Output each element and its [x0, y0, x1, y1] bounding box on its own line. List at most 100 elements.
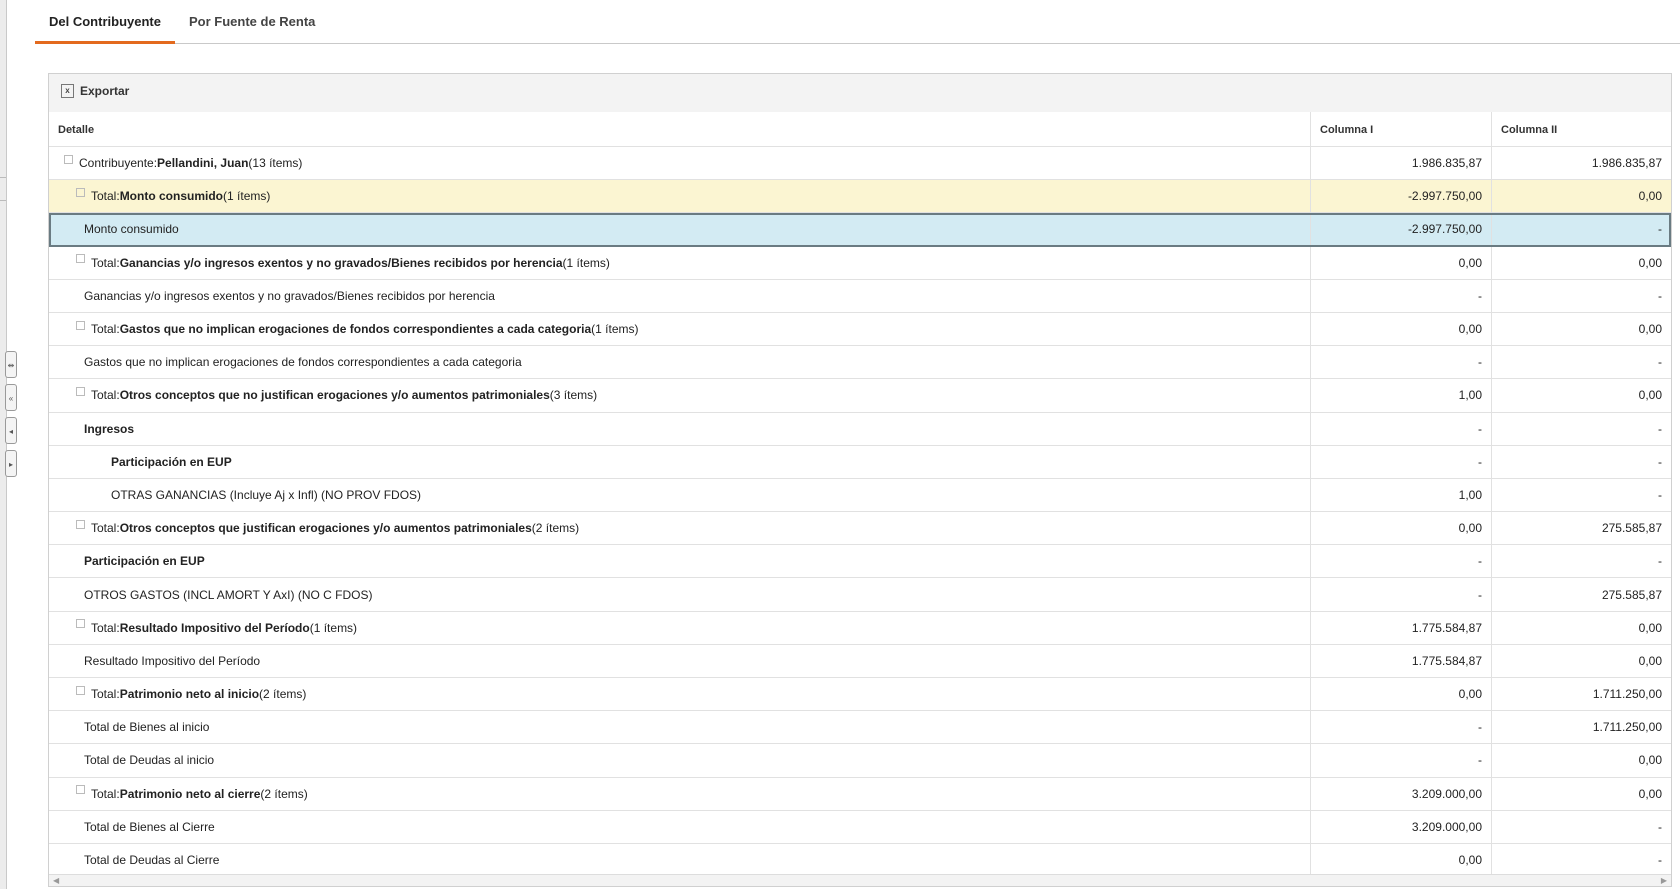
cell-columna-i: 1.775.584,87 [1311, 611, 1492, 644]
row-label: Participación en EUP [111, 454, 232, 469]
row-prefix: Total: [91, 388, 120, 403]
table-row-selected[interactable]: Monto consumido -2.997.750,00 - [49, 213, 1671, 247]
collapse-toggle-icon[interactable] [76, 685, 85, 695]
table-row[interactable]: Participación en EUP - - [49, 545, 1671, 579]
tab-bar: Del Contribuyente Por Fuente de Renta [35, 0, 1680, 44]
row-label: Total de Deudas al inicio [84, 753, 215, 768]
row-label: Participación en EUP [84, 554, 205, 569]
column-header-columna-i[interactable]: Columna I [1311, 112, 1492, 146]
table-row[interactable]: Total: Otros conceptos que justifican er… [49, 512, 1671, 546]
row-prefix: Contribuyente: [79, 156, 158, 171]
grid-header: Detalle Columna I Columna II [49, 112, 1671, 147]
cell-columna-i: 1,00 [1311, 478, 1492, 512]
row-count: (3 ítems) [549, 388, 598, 403]
expand-right-icon[interactable]: ▸ [5, 450, 17, 477]
collapse-toggle-icon[interactable] [64, 154, 73, 164]
column-header-detalle[interactable]: Detalle [49, 112, 1311, 146]
cell-columna-ii: 1.711.250,00 [1592, 720, 1662, 735]
cell-columna-i: - [1311, 711, 1492, 744]
collapse-all-icon[interactable]: « [5, 384, 17, 411]
row-count: (1 ítems) [591, 322, 639, 337]
row-label: OTROS GASTOS (INCL AMORT Y AxI) (NO C FD… [84, 587, 373, 602]
cell-columna-i: 3.209.000,00 [1311, 777, 1492, 810]
table-row[interactable]: Total: Monto consumido (1 ítems) -2.997.… [49, 180, 1671, 214]
table-row[interactable]: Total: Gastos que no implican erogacione… [49, 312, 1671, 347]
row-label: Ingresos [84, 421, 135, 436]
table-row[interactable]: OTRAS GANANCIAS (Incluye Aj x Infl) (NO … [49, 478, 1671, 513]
row-count: (2 ítems) [260, 786, 308, 801]
export-button[interactable]: x Exportar [61, 84, 129, 98]
row-label: OTRAS GANANCIAS (Incluye Aj x Infl) (NO … [111, 487, 422, 502]
export-label: Exportar [80, 84, 130, 98]
table-row[interactable]: Total: Resultado Impositivo del Período … [49, 611, 1671, 645]
cell-columna-ii: - [1658, 222, 1662, 237]
collapse-toggle-icon[interactable] [76, 254, 85, 264]
collapse-toggle-icon[interactable] [76, 785, 85, 795]
table-row[interactable]: Ganancias y/o ingresos exentos y no grav… [49, 279, 1671, 313]
cell-columna-i: - [1311, 346, 1492, 379]
cell-columna-i: 1,00 [1311, 379, 1492, 412]
cell-columna-i: 0,00 [1311, 678, 1492, 711]
cell-columna-i: - [1311, 445, 1492, 478]
table-row[interactable]: Contribuyente: Pellandini, Juan (13 ítem… [49, 147, 1671, 181]
table-row[interactable]: Resultado Impositivo del Período 1.775.5… [49, 644, 1671, 678]
row-label: Otros conceptos que no justifican erogac… [119, 388, 550, 403]
cell-columna-i: - [1311, 412, 1492, 445]
cell-columna-i: - [1311, 578, 1492, 611]
rail-divider [0, 200, 6, 201]
horizontal-scrollbar[interactable]: ◀ ▶ [49, 874, 1671, 886]
table-row[interactable]: Total: Ganancias y/o ingresos exentos y … [49, 246, 1671, 280]
grid-toolbar: x Exportar [49, 74, 1671, 113]
collapse-toggle-icon[interactable] [76, 519, 85, 529]
cell-columna-ii: 0,00 [1638, 653, 1662, 668]
cell-columna-ii: 275.585,87 [1601, 587, 1662, 602]
collapse-toggle-icon[interactable] [76, 187, 85, 197]
tab-del-contribuyente[interactable]: Del Contribuyente [35, 14, 175, 44]
cell-columna-ii: 0,00 [1638, 388, 1662, 403]
cell-columna-i: 0,00 [1311, 512, 1492, 545]
row-count: (1 ítems) [309, 620, 358, 635]
row-label: Patrimonio neto al cierre [119, 786, 261, 801]
cell-columna-ii: 1.986.835,87 [1591, 156, 1662, 171]
tab-por-fuente-de-renta[interactable]: Por Fuente de Renta [189, 14, 315, 44]
table-row[interactable]: Total de Deudas al Cierre 0,00 - [49, 843, 1671, 878]
table-row[interactable]: Total: Patrimonio neto al inicio (2 ítem… [49, 678, 1671, 712]
cell-columna-i: 1.775.584,87 [1311, 644, 1492, 677]
collapse-toggle-icon[interactable] [76, 619, 85, 629]
row-count: (1 ítems) [562, 255, 610, 270]
row-label: Resultado Impositivo del Período [119, 620, 310, 635]
cell-columna-ii: - [1658, 355, 1662, 370]
row-label: Total de Bienes al Cierre [84, 819, 215, 834]
cell-columna-ii: 0,00 [1638, 189, 1662, 204]
cell-columna-i: -2.997.750,00 [1311, 180, 1492, 213]
scroll-left-icon[interactable]: ◀ [53, 875, 59, 886]
table-row[interactable]: Total de Bienes al Cierre 3.209.000,00 - [49, 810, 1671, 844]
row-label: Monto consumido [84, 222, 179, 237]
row-label: Patrimonio neto al inicio [119, 687, 260, 702]
table-row[interactable]: Total de Bienes al inicio - 1.711.250,00 [49, 711, 1671, 745]
table-row[interactable]: Total: Patrimonio neto al cierre (2 ítem… [49, 777, 1671, 811]
table-row[interactable]: Participación en EUP - - [49, 445, 1671, 479]
row-count: (13 ítems) [248, 156, 303, 171]
collapse-left-icon[interactable]: ◂ [5, 417, 17, 444]
column-header-columna-ii[interactable]: Columna II [1492, 112, 1671, 146]
cell-columna-ii: - [1658, 421, 1662, 436]
row-label: Gastos que no implican erogaciones de fo… [84, 355, 522, 370]
collapse-toggle-icon[interactable] [76, 320, 85, 330]
table-row[interactable]: Gastos que no implican erogaciones de fo… [49, 346, 1671, 380]
cell-columna-i: - [1311, 744, 1492, 777]
cell-columna-ii: 1.711.250,00 [1592, 687, 1662, 702]
split-resize-icon[interactable]: ⇹ [5, 351, 17, 378]
cell-columna-ii: 0,00 [1638, 255, 1662, 270]
cell-columna-ii: 275.585,87 [1601, 521, 1662, 536]
table-row[interactable]: OTROS GASTOS (INCL AMORT Y AxI) (NO C FD… [49, 578, 1671, 612]
row-count: (2 ítems) [259, 687, 307, 702]
cell-columna-i: -2.997.750,00 [1311, 213, 1492, 246]
cell-columna-i: 3.209.000,00 [1311, 810, 1492, 843]
scroll-right-icon[interactable]: ▶ [1661, 875, 1667, 886]
table-row[interactable]: Total de Deudas al inicio - 0,00 [49, 744, 1671, 778]
row-count: (2 ítems) [531, 521, 580, 536]
table-row[interactable]: Total: Otros conceptos que no justifican… [49, 379, 1671, 413]
table-row[interactable]: Ingresos - - [49, 412, 1671, 446]
collapse-toggle-icon[interactable] [76, 386, 85, 396]
